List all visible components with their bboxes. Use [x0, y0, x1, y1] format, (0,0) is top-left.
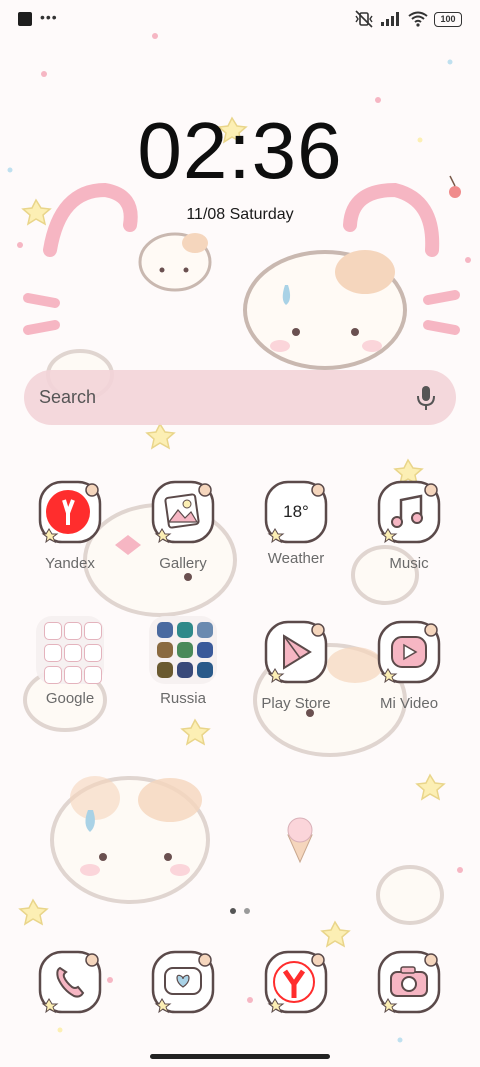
folder-russia[interactable]: Russia: [133, 616, 233, 707]
app-play-store[interactable]: Play Store: [246, 620, 346, 712]
phone-icon[interactable]: [38, 950, 102, 1014]
wifi-icon: [408, 11, 428, 27]
app-music[interactable]: Music: [359, 480, 459, 572]
weather-icon[interactable]: 18°: [264, 480, 328, 544]
folder-google[interactable]: Google: [20, 616, 120, 707]
page-dot: [244, 908, 250, 914]
app-notification-icon: [18, 12, 32, 26]
app-label: Mi Video: [379, 695, 439, 712]
page-dot-active: [230, 908, 236, 914]
more-dots-icon: •••: [40, 9, 58, 25]
russia-folder-icon[interactable]: [149, 616, 217, 684]
messages-icon[interactable]: [151, 950, 215, 1014]
app-label: Google: [45, 690, 95, 707]
search-bar[interactable]: Search: [24, 370, 456, 425]
play-store-icon[interactable]: [264, 620, 328, 684]
status-bar: ••• 100: [0, 0, 480, 42]
app-label: Gallery: [159, 555, 207, 572]
app-yandex[interactable]: Yandex: [20, 480, 120, 572]
microphone-icon[interactable]: [414, 384, 438, 412]
dock-yandex-browser[interactable]: [246, 950, 346, 1019]
google-folder-icon[interactable]: [36, 616, 104, 684]
dock-camera[interactable]: [359, 950, 459, 1019]
music-icon[interactable]: [377, 480, 441, 544]
app-mi-video[interactable]: Mi Video: [359, 620, 459, 712]
search-input[interactable]: Search: [39, 387, 96, 408]
clock-date[interactable]: 11/08 Saturday: [0, 206, 480, 224]
app-label: Weather: [267, 550, 325, 567]
yandex-browser-icon[interactable]: [264, 950, 328, 1014]
vibrate-off-icon: [355, 10, 373, 28]
mi-video-icon[interactable]: [377, 620, 441, 684]
camera-icon[interactable]: [377, 950, 441, 1014]
app-gallery[interactable]: Gallery: [133, 480, 233, 572]
weather-temperature: 18°: [283, 502, 309, 521]
app-label: Yandex: [45, 555, 95, 572]
app-label: Russia: [160, 690, 206, 707]
home-gesture-bar[interactable]: [150, 1054, 330, 1059]
battery-icon: 100: [434, 11, 462, 27]
page-indicator: [0, 908, 480, 914]
app-label: Music: [389, 555, 429, 572]
app-label: Play Store: [261, 695, 331, 712]
dock-messages[interactable]: [133, 950, 233, 1019]
gallery-icon[interactable]: [151, 480, 215, 544]
signal-icon: [381, 12, 399, 26]
yandex-icon[interactable]: [38, 480, 102, 544]
app-weather[interactable]: 18° Weather: [246, 480, 346, 567]
clock-time[interactable]: 02:36: [0, 105, 480, 197]
dock-phone[interactable]: [20, 950, 120, 1019]
